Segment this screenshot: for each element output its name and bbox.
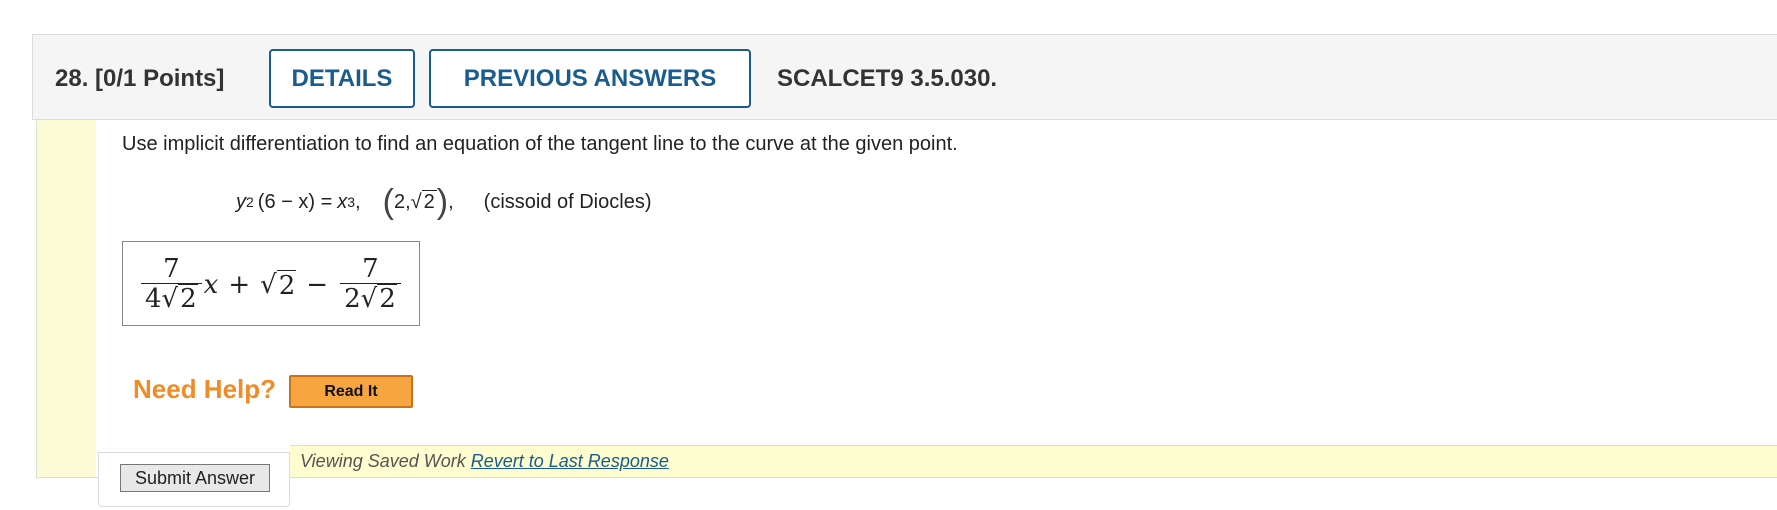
point-comma: , bbox=[448, 190, 454, 213]
assignment-code: SCALCET9 3.5.030. bbox=[777, 65, 998, 92]
fraction-1-root-sign: √ bbox=[161, 284, 179, 315]
right-paren: ) bbox=[436, 183, 449, 221]
plus-sign: + bbox=[228, 270, 251, 300]
minus-sign: − bbox=[306, 270, 329, 300]
radicand: 2 bbox=[276, 269, 297, 301]
answer-expression: 7 4 √ 2 x + √ 2 − 7 2 √ 2 bbox=[139, 250, 403, 320]
fraction-1: 7 4 √ 2 bbox=[141, 255, 202, 315]
answer-x: x bbox=[203, 270, 219, 300]
left-status-strip bbox=[36, 120, 96, 478]
answer-input[interactable]: 7 4 √ 2 x + √ 2 − 7 2 √ 2 bbox=[122, 241, 420, 326]
eq-factor: (6 − x) = bbox=[257, 190, 333, 213]
curve-note: (cissoid of Diocles) bbox=[483, 190, 652, 213]
point-x: 2, bbox=[393, 190, 411, 213]
eq-y-exponent: 2 bbox=[246, 194, 254, 210]
left-paren: ( bbox=[382, 183, 394, 221]
fraction-1-numerator: 7 bbox=[163, 253, 180, 284]
fraction-2-denominator: 2 √ 2 bbox=[340, 283, 401, 315]
fraction-2-numerator: 7 bbox=[362, 253, 379, 284]
previous-answers-button[interactable]: PREVIOUS ANSWERS bbox=[429, 49, 751, 108]
revert-link[interactable]: Revert to Last Response bbox=[471, 451, 669, 471]
question-number: 28. [0/1 Points] bbox=[55, 65, 224, 93]
point-root-sign: √ bbox=[410, 190, 422, 213]
fraction-2: 7 2 √ 2 bbox=[340, 255, 401, 315]
saved-work-text: Viewing Saved Work Revert to Last Respon… bbox=[300, 451, 669, 472]
eq-y: y bbox=[236, 190, 246, 213]
details-button[interactable]: DETAILS bbox=[269, 49, 415, 108]
fraction-1-denominator: 4 √ 2 bbox=[141, 283, 202, 315]
fraction-2-den-coef: 2 bbox=[344, 284, 361, 315]
fraction-1-den-coef: 4 bbox=[145, 284, 162, 315]
eq-x: x bbox=[337, 190, 348, 213]
eq-x-exponent: 3 bbox=[347, 194, 356, 210]
question-prompt: Use implicit differentiation to find an … bbox=[122, 133, 958, 155]
read-it-button[interactable]: Read It bbox=[289, 375, 413, 408]
submit-container: Submit Answer bbox=[98, 452, 290, 507]
point-radicand: 2 bbox=[421, 190, 437, 213]
fraction-2-radicand: 2 bbox=[377, 284, 397, 315]
eq-comma: , bbox=[355, 190, 361, 213]
fraction-2-root-sign: √ bbox=[360, 284, 378, 315]
root-sign: √ bbox=[260, 270, 277, 300]
points-label: [0/1 Points] bbox=[95, 65, 225, 92]
fraction-1-radicand: 2 bbox=[178, 284, 198, 315]
saved-work-bar: Viewing Saved Work Revert to Last Respon… bbox=[290, 445, 1777, 478]
question-number-label: 28. bbox=[55, 65, 89, 92]
viewing-saved-label: Viewing Saved Work bbox=[300, 451, 471, 471]
submit-answer-button[interactable]: Submit Answer bbox=[120, 464, 270, 492]
question-header: 28. [0/1 Points] DETAILS PREVIOUS ANSWER… bbox=[32, 34, 1777, 120]
given-equation: y2 (6 − x) = x3, ( 2, √ 2 ), (cissoid of … bbox=[236, 182, 651, 222]
need-help-label: Need Help? bbox=[133, 374, 277, 404]
